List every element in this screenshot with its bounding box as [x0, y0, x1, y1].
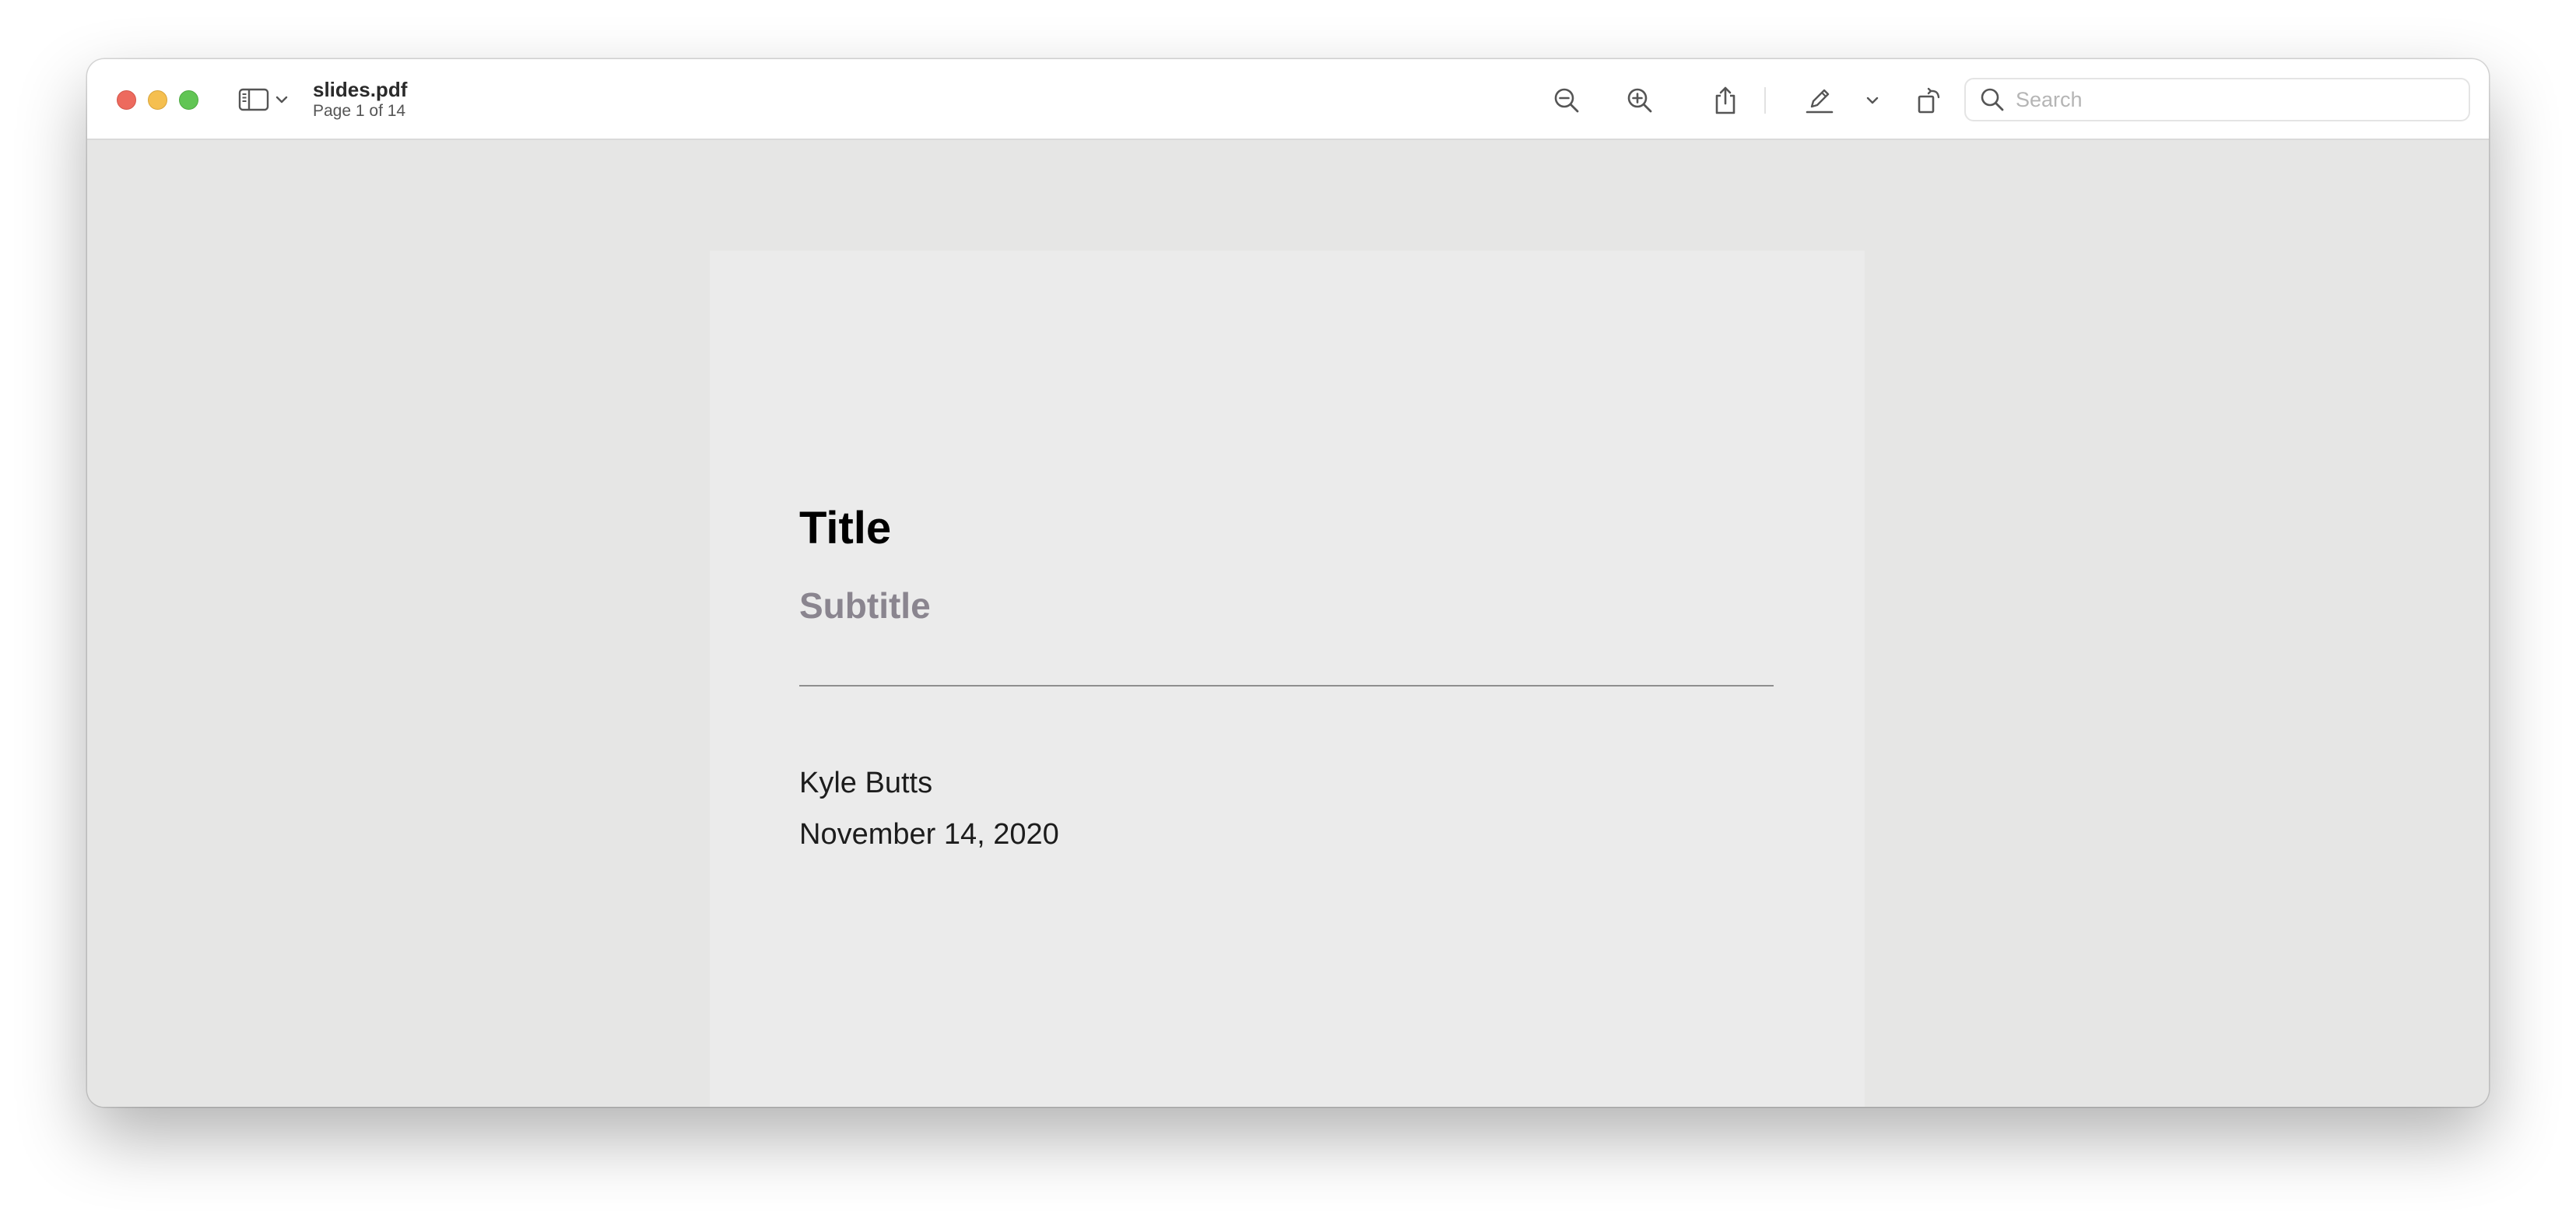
page-indicator: Page 1 of 14 [313, 102, 406, 120]
zoom-window-button[interactable] [179, 90, 198, 110]
document-info: slides.pdf Page 1 of 14 [313, 78, 407, 121]
zoom-out-button[interactable] [1549, 83, 1585, 118]
sidebar-toggle-button[interactable] [238, 84, 296, 115]
close-button[interactable] [117, 90, 136, 110]
document-viewport[interactable]: Title Subtitle Kyle Butts November 14, 2… [87, 140, 2489, 1107]
document-title: slides.pdf [313, 78, 408, 101]
rotate-icon [1918, 87, 1940, 114]
sidebar-icon [238, 88, 269, 111]
zoom-in-button[interactable] [1622, 83, 1658, 118]
pencil-icon [1806, 89, 1834, 114]
share-button[interactable] [1707, 83, 1743, 118]
pdf-page: Title Subtitle Kyle Butts November 14, 2… [710, 251, 1865, 1107]
chevron-down-icon [275, 96, 288, 104]
slide-date: November 14, 2020 [799, 818, 1059, 851]
zoom-out-icon [1554, 88, 1579, 113]
slide-title: Title [799, 503, 892, 553]
search-icon-wrap [1977, 84, 2008, 115]
search-icon [1981, 88, 2004, 111]
slide-subtitle: Subtitle [799, 585, 931, 626]
search-input[interactable] [2014, 86, 2453, 113]
slide-author: Kyle Butts [799, 767, 933, 799]
highlight-options-button[interactable] [1857, 83, 1888, 118]
title-bar: slides.pdf Page 1 of 14 [87, 59, 2489, 140]
highlight-button[interactable] [1802, 83, 1837, 118]
slide-divider [799, 685, 1774, 686]
chevron-down-icon [1866, 97, 1879, 104]
share-icon [1715, 86, 1735, 114]
toolbar-separator [1764, 87, 1766, 114]
minimize-button[interactable] [148, 90, 167, 110]
search-field[interactable] [1964, 78, 2470, 121]
preview-window: slides.pdf Page 1 of 14 Search Title Sub… [87, 59, 2489, 1107]
zoom-in-icon [1627, 88, 1652, 113]
rotate-button[interactable] [1911, 83, 1947, 118]
